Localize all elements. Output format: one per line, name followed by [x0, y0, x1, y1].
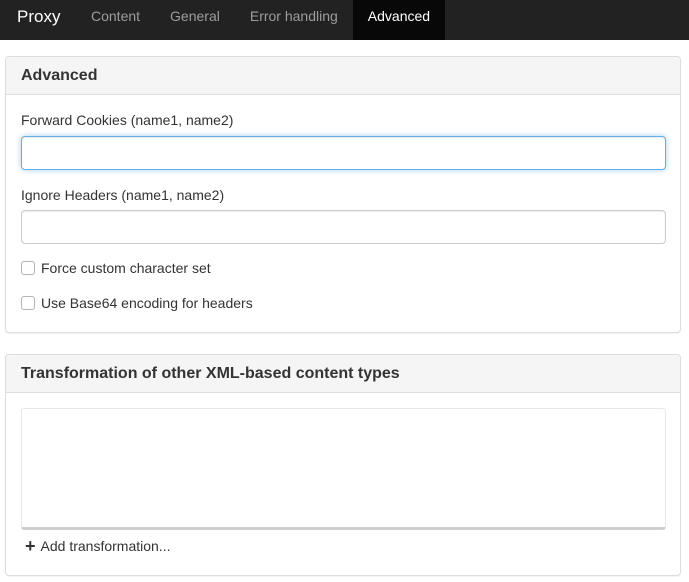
forward-cookies-label: Forward Cookies (name1, name2) [21, 112, 234, 128]
base64-headers-label: Use Base64 encoding for headers [41, 295, 253, 311]
forward-cookies-input[interactable] [21, 136, 666, 170]
add-transformation-link[interactable]: + Add transformation... [25, 536, 171, 556]
tab-content[interactable]: Content [76, 0, 155, 40]
ignore-headers-label: Ignore Headers (name1, name2) [21, 187, 225, 203]
add-transformation-label: Add transformation... [40, 538, 171, 554]
tab-error-handling[interactable]: Error handling [235, 0, 353, 40]
transformation-list [21, 408, 666, 530]
force-charset-checkbox[interactable] [21, 261, 35, 275]
ignore-headers-input[interactable] [21, 210, 666, 244]
plus-icon: + [25, 536, 36, 556]
tab-general[interactable]: General [155, 0, 235, 40]
force-charset-option[interactable]: Force custom character set [21, 260, 211, 276]
top-navbar: Proxy Content General Error handling Adv… [0, 0, 689, 40]
brand-title[interactable]: Proxy [0, 0, 76, 40]
transformation-panel: Transformation of other XML-based conten… [5, 354, 681, 576]
tab-advanced[interactable]: Advanced [352, 0, 446, 40]
force-charset-label: Force custom character set [41, 260, 211, 276]
advanced-panel-title: Advanced [6, 57, 680, 95]
transformation-panel-title: Transformation of other XML-based conten… [6, 355, 680, 393]
base64-headers-checkbox[interactable] [21, 296, 35, 310]
base64-headers-option[interactable]: Use Base64 encoding for headers [21, 295, 253, 311]
advanced-panel: Advanced Forward Cookies (name1, name2) … [5, 56, 681, 333]
